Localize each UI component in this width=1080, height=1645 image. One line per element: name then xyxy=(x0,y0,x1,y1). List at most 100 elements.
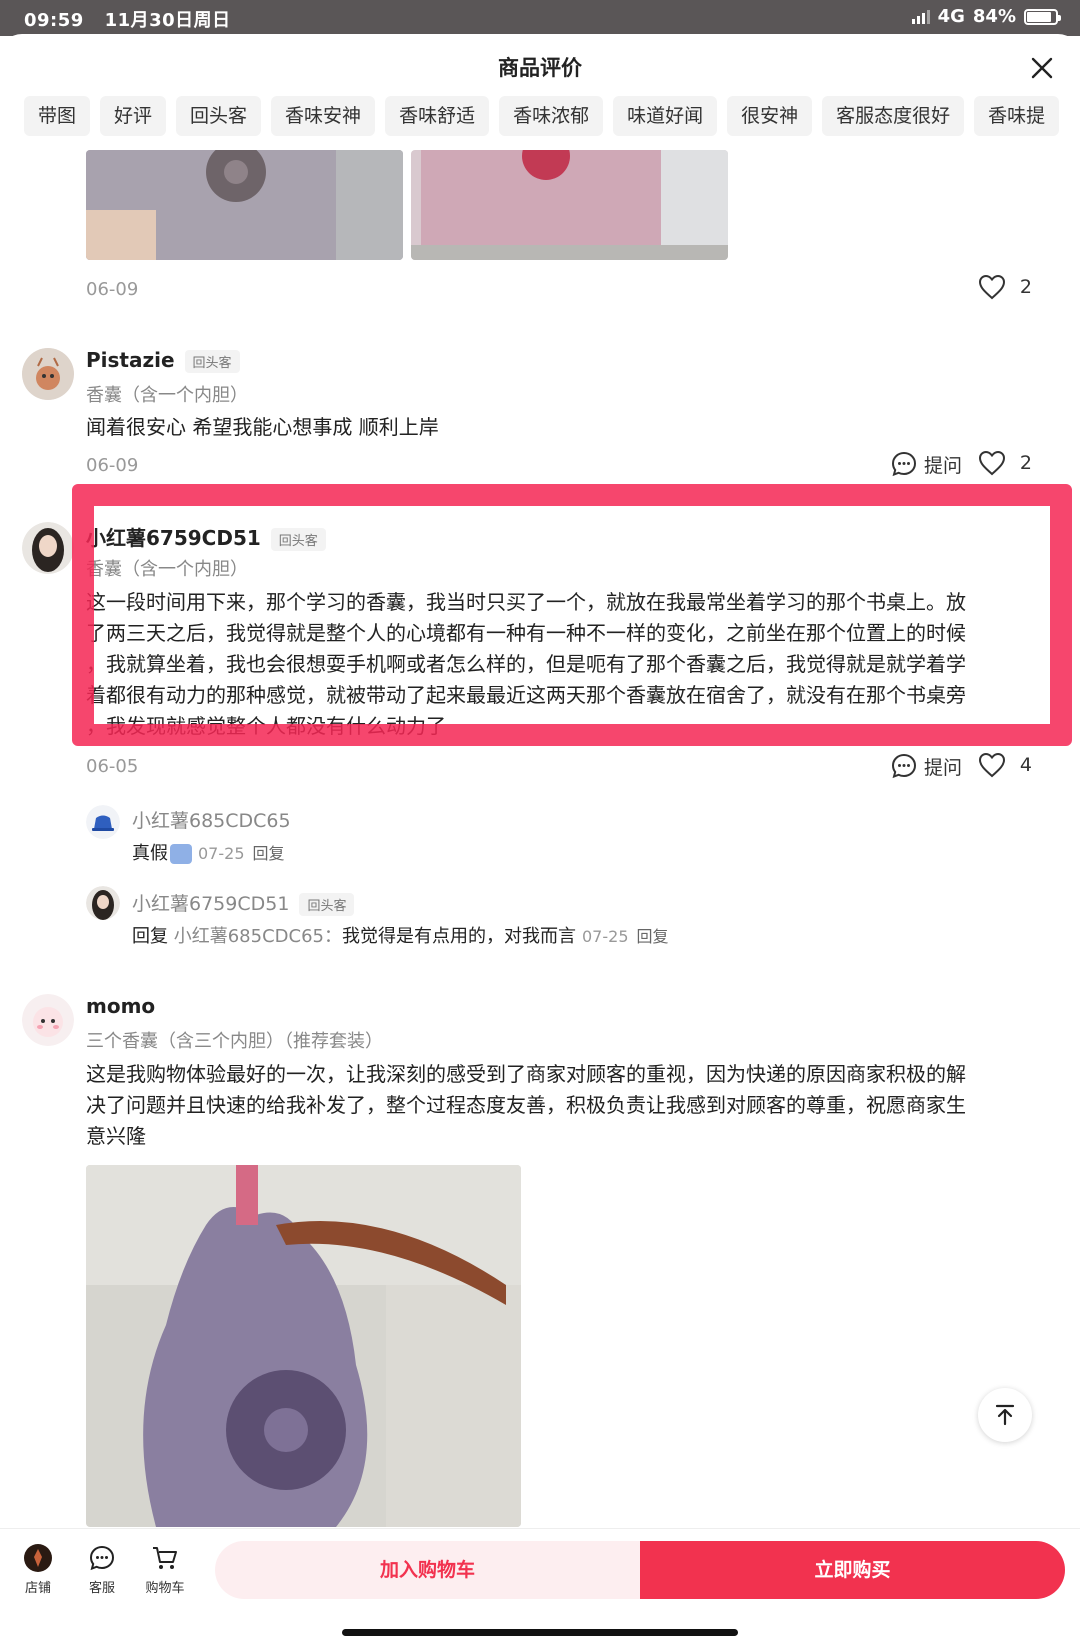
review-image[interactable] xyxy=(86,150,403,260)
heart-icon xyxy=(978,450,1005,476)
purple-sachet-photo xyxy=(86,1165,521,1527)
product-variant: 香囊（含一个内胆） xyxy=(86,385,248,406)
reply-username[interactable]: 小红薯685CDC65 xyxy=(132,806,291,833)
username-text: 小红薯6759CD51 xyxy=(132,893,290,915)
customer-service-button[interactable]: 客服 xyxy=(72,1543,132,1596)
review-image[interactable] xyxy=(411,150,728,260)
tag-very-calming[interactable]: 很安神 xyxy=(727,96,813,136)
chat-bubble-icon xyxy=(891,451,917,477)
reply-avatar[interactable] xyxy=(86,805,120,839)
back-to-top-button[interactable] xyxy=(978,1388,1032,1442)
ask-question-button[interactable]: 提问 xyxy=(890,752,962,780)
close-icon xyxy=(1031,57,1053,79)
chat-bubble-icon xyxy=(89,1545,115,1571)
username-text: Pistazie xyxy=(86,348,175,372)
tag-rich-scent[interactable]: 香味浓郁 xyxy=(499,96,604,136)
tag-repeat-customer[interactable]: 回头客 xyxy=(176,96,262,136)
review-text: 这是我购物体验最好的一次，让我深刻的感受到了商家对顾客的重视，因为快递的原因商家… xyxy=(86,1059,1046,1152)
ask-label: 提问 xyxy=(924,454,963,477)
store-logo-icon xyxy=(24,1544,52,1572)
review-text: 闻着很安心 希望我能心想事成 顺利上岸 xyxy=(86,415,439,439)
repeat-customer-badge: 回头客 xyxy=(184,350,240,373)
avatar-cartoon-image xyxy=(22,994,74,1046)
like-count: 2 xyxy=(1019,276,1032,298)
avatar[interactable] xyxy=(22,348,74,400)
status-bar: 09:59 11月30日周日 4G 84% xyxy=(0,0,1080,36)
heart-icon xyxy=(978,274,1005,300)
review-text-line: ，我就算坐着，我也会很想耍手机啊或者怎么样的，但是呃有了那个香囊之后，我觉得就是… xyxy=(86,652,966,676)
tag-scent-more[interactable]: 香味提 xyxy=(974,96,1060,136)
pink-sachet-photo xyxy=(411,150,728,260)
bottom-action-bar: 店铺 客服 购物车 加入购物车 立即购买 xyxy=(0,1528,1080,1645)
like-button[interactable]: 2 xyxy=(978,274,1032,300)
review-text-line: 了两三天之后，我觉得就是整个人的心境都有一种有一种不一样的变化，之前坐在那个位置… xyxy=(86,621,966,645)
chat-bubble-icon xyxy=(891,753,917,779)
repeat-customer-badge: 回头客 xyxy=(299,893,355,916)
page-title: 商品评价 xyxy=(498,56,582,80)
status-date: 11月30日周日 xyxy=(104,10,231,31)
store-button[interactable]: 店铺 xyxy=(8,1543,68,1596)
review-text-line: 意兴隆 xyxy=(86,1124,146,1148)
review-username[interactable]: 小红薯6759CD51 回头客 xyxy=(86,522,326,551)
reply-username[interactable]: 小红薯6759CD51 回头客 xyxy=(132,889,355,916)
service-label: 客服 xyxy=(88,1581,115,1596)
battery-icon xyxy=(1024,8,1061,25)
review-text: 这一段时间用下来，那个学习的香囊，我当时只买了一个，就放在我最常坐着学习的那个书… xyxy=(86,587,1046,742)
review-image[interactable] xyxy=(86,1165,521,1527)
network-label: 4G xyxy=(937,6,965,27)
like-button[interactable]: 2 xyxy=(978,450,1032,476)
arrow-up-icon xyxy=(995,1404,1015,1426)
like-count: 2 xyxy=(1019,452,1032,474)
product-variant: 香囊（含一个内胆） xyxy=(86,559,248,580)
buy-now-button[interactable]: 立即购买 xyxy=(640,1541,1065,1599)
close-button[interactable] xyxy=(1024,50,1060,86)
tag-filter-bar: 带图 好评 回头客 香味安神 香味舒适 香味浓郁 味道好闻 很安神 客服态度很好… xyxy=(24,96,1080,136)
review-username[interactable]: Pistazie 回头客 xyxy=(86,348,240,373)
cart-icon xyxy=(153,1547,177,1569)
review-date: 06-09 xyxy=(86,279,139,300)
avatar-girl-image xyxy=(22,522,74,574)
username-text: 小红薯6759CD51 xyxy=(86,526,261,550)
avatar-deer-image xyxy=(22,348,74,400)
status-time: 09:59 xyxy=(24,10,84,31)
tag-calming-scent[interactable]: 香味安神 xyxy=(271,96,376,136)
review-text-line: 这一段时间用下来，那个学习的香囊，我当时只买了一个，就放在我最常坐着学习的那个书… xyxy=(86,590,966,614)
shopping-cart-button[interactable]: 购物车 xyxy=(135,1543,195,1596)
reply-avatar[interactable] xyxy=(86,886,120,920)
review-date: 06-09 xyxy=(86,455,139,476)
home-indicator xyxy=(342,1629,738,1636)
review-text-line: ，我发现就感觉整个人都没有什么动力了 xyxy=(86,714,446,738)
add-to-cart-button[interactable]: 加入购物车 xyxy=(215,1541,640,1599)
reply-button[interactable]: 回复 xyxy=(637,927,669,946)
cart-label: 购物车 xyxy=(145,1581,185,1596)
reply-ref-user[interactable]: 小红薯685CDC65： xyxy=(174,926,342,947)
avatar-girl-image xyxy=(86,886,120,920)
like-count: 4 xyxy=(1019,754,1032,776)
tag-good-service[interactable]: 客服态度很好 xyxy=(822,96,965,136)
reply-content: 我觉得是有点用的，对我而言 xyxy=(342,926,576,947)
ask-question-button[interactable]: 提问 xyxy=(890,450,962,478)
repeat-customer-badge: 回头客 xyxy=(270,528,326,551)
tag-positive[interactable]: 好评 xyxy=(100,96,167,136)
review-text-line: 这是我购物体验最好的一次，让我深刻的感受到了商家对顾客的重视，因为快递的原因商家… xyxy=(86,1062,966,1086)
signal-icon xyxy=(911,9,930,24)
avatar[interactable] xyxy=(22,522,74,574)
tag-with-images[interactable]: 带图 xyxy=(24,96,91,136)
review-text-line: 决了问题并且快速的给我补发了，整个过程态度友善，积极负责让我感到对顾客的尊重，祝… xyxy=(86,1093,966,1117)
reply-prefix: 回复 xyxy=(132,926,168,947)
store-label: 店铺 xyxy=(24,1581,51,1596)
reply-content: 真假 xyxy=(132,843,168,864)
tag-comfortable-scent[interactable]: 香味舒适 xyxy=(385,96,490,136)
tag-smells-good[interactable]: 味道好闻 xyxy=(613,96,718,136)
purple-sachet-photo xyxy=(86,150,403,260)
ask-label: 提问 xyxy=(924,756,963,779)
like-button[interactable]: 4 xyxy=(978,752,1032,778)
avatar[interactable] xyxy=(22,994,74,1046)
battery-percent: 84% xyxy=(972,6,1016,27)
review-username[interactable]: momo xyxy=(86,994,155,1018)
avatar-hat-image xyxy=(86,805,120,839)
reply-button[interactable]: 回复 xyxy=(253,844,285,863)
review-date: 06-05 xyxy=(86,756,139,777)
review-text-line: 着都很有动力的那种感觉，就被带动了起来最最近这两天那个香囊放在宿舍了，就没有在那… xyxy=(86,683,966,707)
reply-date: 07-25 xyxy=(198,844,245,863)
